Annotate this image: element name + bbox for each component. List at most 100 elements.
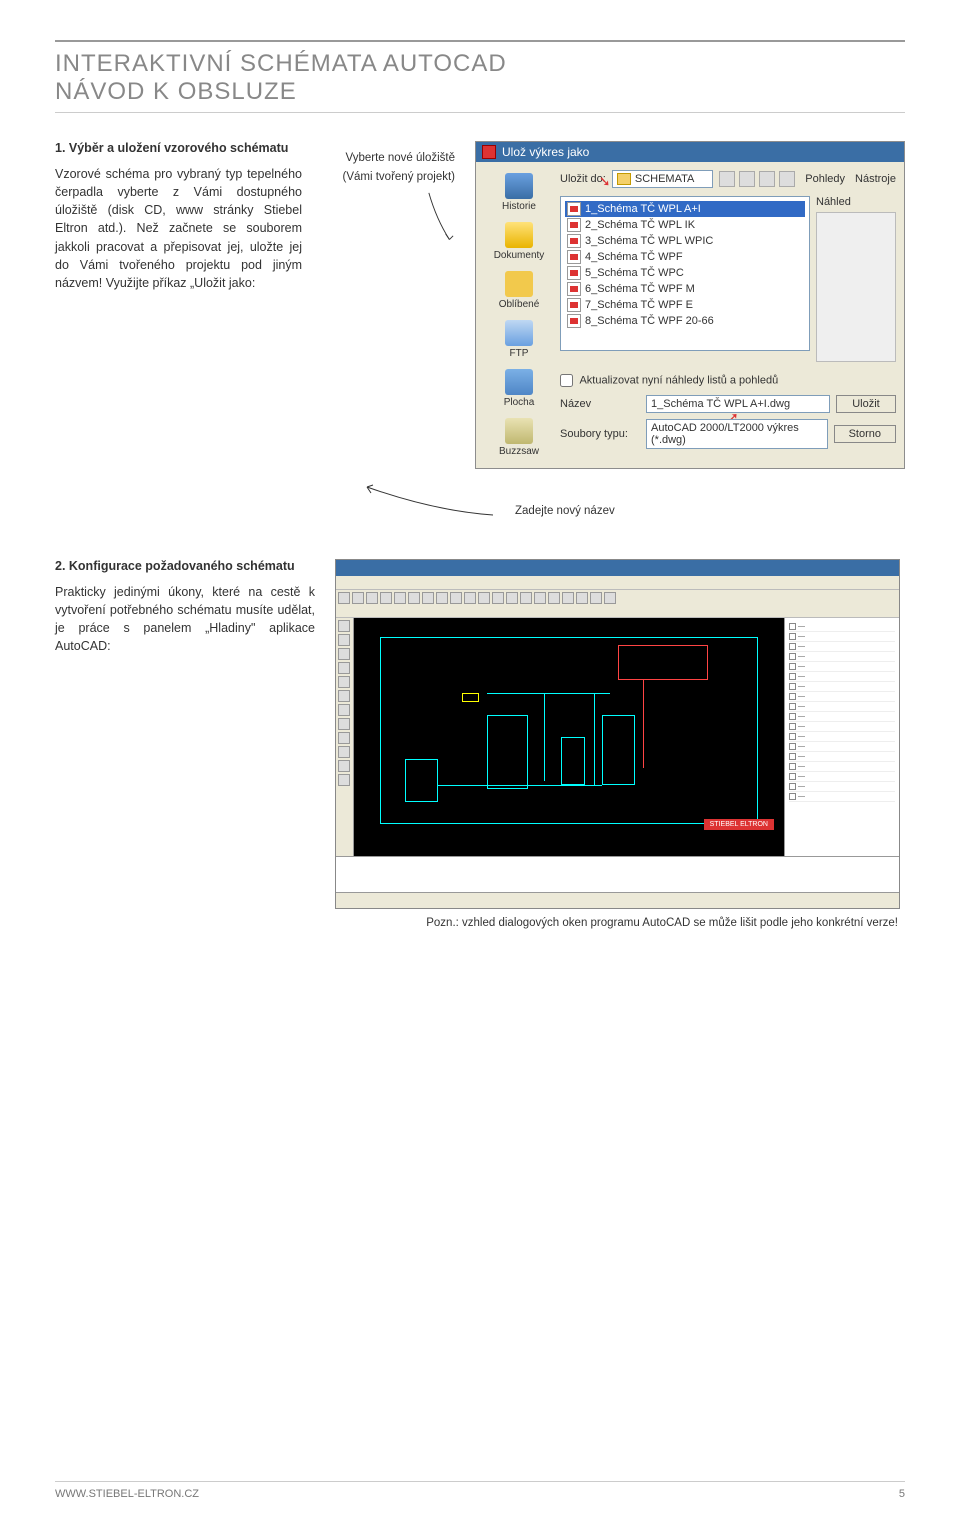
- filetype-select[interactable]: AutoCAD 2000/LT2000 výkres (*.dwg): [646, 419, 828, 449]
- toolbar-button[interactable]: [492, 592, 504, 604]
- toolbar-button[interactable]: [562, 592, 574, 604]
- preview-box: [816, 212, 896, 362]
- views-label[interactable]: Pohledy: [805, 173, 845, 185]
- back-icon[interactable]: [719, 171, 735, 187]
- delete-icon[interactable]: [779, 171, 795, 187]
- preview-label: Náhled: [816, 196, 896, 208]
- tool-button[interactable]: [338, 662, 350, 674]
- layer-item[interactable]: —: [789, 622, 895, 632]
- dialog-title-text: Ulož výkres jako: [502, 145, 589, 159]
- tool-button[interactable]: [338, 718, 350, 730]
- dialog-titlebar: Ulož výkres jako: [476, 142, 904, 162]
- toolbar-button[interactable]: [576, 592, 588, 604]
- layer-item[interactable]: —: [789, 732, 895, 742]
- layer-item[interactable]: —: [789, 632, 895, 642]
- nav-icons: [719, 171, 795, 187]
- tool-button[interactable]: [338, 648, 350, 660]
- place-desktop[interactable]: Plocha: [484, 366, 554, 411]
- file-item[interactable]: 3_Schéma TČ WPL WPIC: [565, 233, 805, 249]
- layer-item[interactable]: —: [789, 762, 895, 772]
- layer-item[interactable]: —: [789, 742, 895, 752]
- toolbar-button[interactable]: [464, 592, 476, 604]
- layer-item[interactable]: —: [789, 682, 895, 692]
- page-header: INTERAKTIVNÍ SCHÉMATA AUTOCAD NÁVOD K OB…: [55, 40, 905, 106]
- toolbar-button[interactable]: [478, 592, 490, 604]
- toolbar-button[interactable]: [436, 592, 448, 604]
- place-ftp[interactable]: FTP: [484, 317, 554, 362]
- autocad-window: STIEBEL ELTRON — — — — — — — — — — —: [335, 559, 900, 909]
- folder-select[interactable]: ➘ SCHEMATA: [612, 170, 713, 188]
- tool-button[interactable]: [338, 732, 350, 744]
- dwg-icon: [567, 202, 581, 216]
- layer-item[interactable]: —: [789, 692, 895, 702]
- layer-item[interactable]: —: [789, 712, 895, 722]
- red-arrow-folder-icon: ➘: [599, 173, 611, 190]
- update-thumbs-checkbox[interactable]: [560, 374, 573, 387]
- header-title-2: NÁVOD K OBSLUZE: [55, 78, 905, 106]
- acad-canvas[interactable]: STIEBEL ELTRON: [354, 618, 784, 856]
- dwg-icon: [567, 282, 581, 296]
- toolbar-button[interactable]: [548, 592, 560, 604]
- tool-button[interactable]: [338, 704, 350, 716]
- tool-button[interactable]: [338, 620, 350, 632]
- layer-item[interactable]: —: [789, 752, 895, 762]
- layer-item[interactable]: —: [789, 722, 895, 732]
- toolbar-button[interactable]: [338, 592, 350, 604]
- filename-input[interactable]: 1_Schéma TČ WPL A+I.dwg ➚: [646, 395, 830, 413]
- filetype-label: Soubory typu:: [560, 428, 640, 440]
- acad-status-bar: [336, 892, 899, 908]
- layer-item[interactable]: —: [789, 652, 895, 662]
- up-icon[interactable]: [739, 171, 755, 187]
- layer-item[interactable]: —: [789, 672, 895, 682]
- place-buzzsaw[interactable]: Buzzsaw: [484, 415, 554, 460]
- file-item[interactable]: 4_Schéma TČ WPF: [565, 249, 805, 265]
- brand-logo: STIEBEL ELTRON: [704, 819, 774, 830]
- layer-item[interactable]: —: [789, 702, 895, 712]
- layer-item[interactable]: —: [789, 792, 895, 802]
- layer-item[interactable]: —: [789, 772, 895, 782]
- dwg-icon: [567, 314, 581, 328]
- file-item[interactable]: 5_Schéma TČ WPC: [565, 265, 805, 281]
- toolbar-button[interactable]: [534, 592, 546, 604]
- place-favorites[interactable]: Oblíbené: [484, 268, 554, 313]
- cancel-button[interactable]: Storno: [834, 425, 896, 443]
- file-item[interactable]: 1_Schéma TČ WPL A+I: [565, 201, 805, 217]
- acad-menubar[interactable]: [336, 576, 899, 590]
- tool-button[interactable]: [338, 634, 350, 646]
- toolbar-button[interactable]: [352, 592, 364, 604]
- toolbar-button[interactable]: [380, 592, 392, 604]
- save-button[interactable]: Uložit: [836, 395, 896, 413]
- file-item[interactable]: 8_Schéma TČ WPF 20-66: [565, 313, 805, 329]
- layer-item[interactable]: —: [789, 662, 895, 672]
- toolbar-button[interactable]: [408, 592, 420, 604]
- file-item[interactable]: 7_Schéma TČ WPF E: [565, 297, 805, 313]
- search-icon[interactable]: [759, 171, 775, 187]
- tool-button[interactable]: [338, 774, 350, 786]
- tool-button[interactable]: [338, 746, 350, 758]
- toolbar-button[interactable]: [422, 592, 434, 604]
- tool-button[interactable]: [338, 676, 350, 688]
- file-list[interactable]: 1_Schéma TČ WPL A+I 2_Schéma TČ WPL IK 3…: [560, 196, 810, 351]
- tools-label[interactable]: Nástroje: [855, 173, 896, 185]
- place-documents[interactable]: Dokumenty: [484, 219, 554, 264]
- page-footer: WWW.STIEBEL-ELTRON.CZ 5: [55, 1481, 905, 1500]
- toolbar-button[interactable]: [506, 592, 518, 604]
- annot-bottom-text: Zadejte nový název: [515, 505, 615, 517]
- toolbar-button[interactable]: [394, 592, 406, 604]
- place-history[interactable]: Historie: [484, 170, 554, 215]
- tool-button[interactable]: [338, 760, 350, 772]
- folder-icon: [617, 173, 631, 185]
- layer-item[interactable]: —: [789, 642, 895, 652]
- toolbar-button[interactable]: [366, 592, 378, 604]
- toolbar-button[interactable]: [450, 592, 462, 604]
- acad-command-line[interactable]: [336, 856, 899, 892]
- file-item[interactable]: 6_Schéma TČ WPF M: [565, 281, 805, 297]
- toolbar-button[interactable]: [590, 592, 602, 604]
- layer-item[interactable]: —: [789, 782, 895, 792]
- toolbar-button[interactable]: [604, 592, 616, 604]
- tool-button[interactable]: [338, 690, 350, 702]
- acad-layers-panel[interactable]: — — — — — — — — — — — — — — —: [784, 618, 899, 856]
- file-item[interactable]: 2_Schéma TČ WPL IK: [565, 217, 805, 233]
- dialog-app-icon: [482, 145, 496, 159]
- toolbar-button[interactable]: [520, 592, 532, 604]
